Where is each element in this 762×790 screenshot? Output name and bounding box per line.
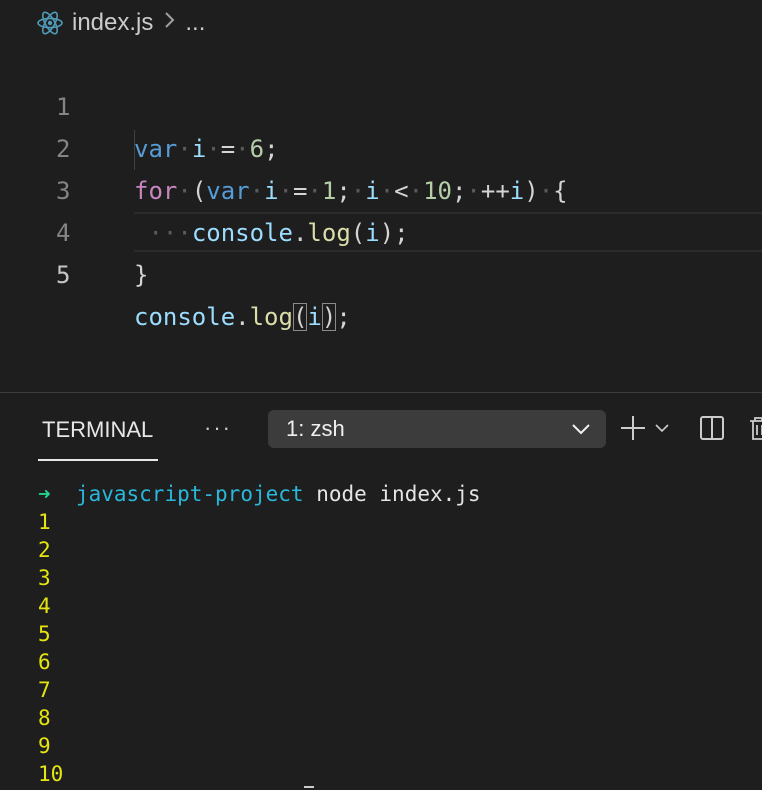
chevron-down-icon[interactable] — [654, 420, 670, 441]
plus-icon — [618, 413, 648, 448]
chevron-down-icon — [570, 418, 592, 440]
terminal-shell-select[interactable]: 1: zsh — [268, 410, 606, 448]
prompt-line: ➜ javascript-project node index.js — [38, 480, 481, 508]
token-variable: i — [307, 303, 322, 331]
token-punctuation: . — [235, 303, 250, 331]
code-text: } — [134, 254, 148, 296]
output-line: 3 — [38, 566, 51, 590]
line-number: 5 — [56, 261, 71, 289]
terminal-cursor — [304, 786, 314, 788]
code-line[interactable]: 3 ···console.log(i); — [0, 128, 762, 247]
shell-select-label: 1: zsh — [286, 416, 345, 441]
code-text: console.log(i); — [134, 296, 351, 338]
react-icon — [36, 9, 64, 37]
output-line: 8 — [38, 706, 51, 730]
terminal-output[interactable]: ➜ javascript-project node index.js 1 2 3… — [0, 480, 762, 790]
token-punctuation: } — [134, 261, 149, 289]
code-line[interactable]: 2 for·(var·i·=·1;·i·<·10;·++i)·{ — [0, 86, 762, 205]
split-terminal-button[interactable] — [698, 414, 728, 446]
code-line-active[interactable]: 5 console.log(i); — [0, 212, 762, 331]
code-editor[interactable]: 1 var·i·=·6; 2 for·(var·i·=·1;·i·<·10;·+… — [0, 44, 762, 384]
bracket-match-close: ) — [321, 303, 337, 331]
output-line: 2 — [38, 538, 51, 562]
prompt-command: node index.js — [316, 482, 481, 506]
token-variable: console — [134, 303, 236, 331]
code-line[interactable]: 4 } — [0, 170, 762, 289]
kill-terminal-button[interactable] — [748, 414, 762, 446]
breadcrumb-file-name[interactable]: index.js — [72, 9, 153, 37]
output-line: 6 — [38, 650, 51, 674]
active-tab-indicator — [38, 459, 158, 461]
bracket-match-open: ( — [292, 303, 308, 331]
more-actions-button[interactable]: ··· — [202, 416, 234, 444]
breadcrumb-ellipsis[interactable]: ... — [185, 9, 205, 37]
breadcrumb: index.js ... — [36, 6, 205, 40]
code-line[interactable]: 1 var·i·=·6; — [0, 44, 762, 163]
chevron-right-icon — [163, 10, 177, 36]
split-terminal-icon — [698, 414, 726, 447]
tab-terminal[interactable]: TERMINAL — [38, 408, 157, 460]
output-line: 5 — [38, 622, 51, 646]
trash-icon — [748, 414, 762, 447]
prompt-directory: javascript-project — [75, 482, 304, 506]
new-terminal-button[interactable] — [618, 414, 676, 446]
token-function: log — [249, 303, 293, 331]
output-line: 4 — [38, 594, 51, 618]
panel-divider[interactable] — [0, 392, 762, 393]
output-line: 10 — [38, 762, 64, 786]
output-line: 1 — [38, 510, 51, 534]
prompt-arrow: ➜ — [38, 482, 51, 506]
token-punctuation: ; — [336, 303, 351, 331]
output-line: 7 — [38, 678, 51, 702]
output-line: 9 — [38, 734, 51, 758]
